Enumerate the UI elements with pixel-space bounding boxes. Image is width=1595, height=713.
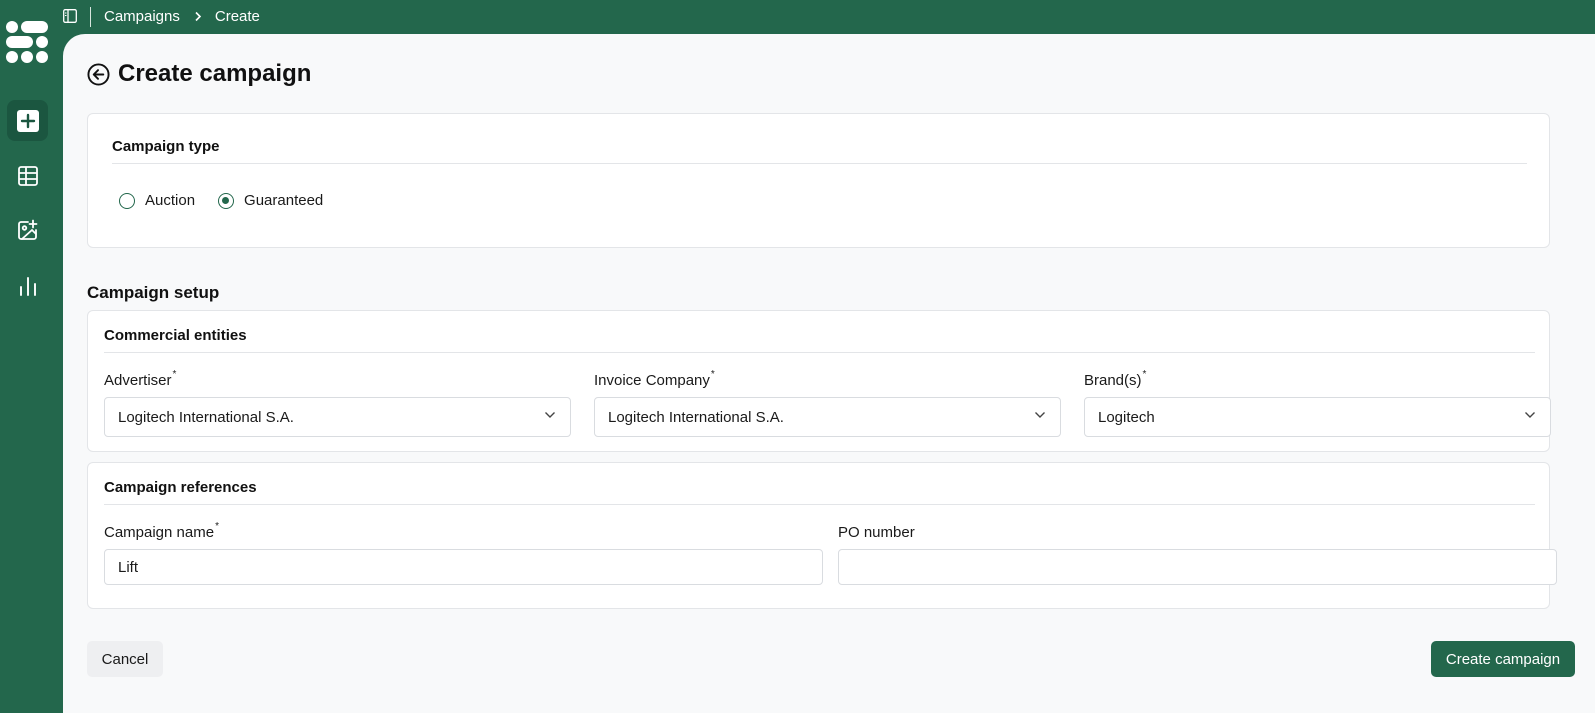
image-plus-icon [18, 219, 38, 240]
advertiser-value: Logitech International S.A. [118, 408, 294, 426]
radio-auction-label: Auction [145, 192, 196, 209]
chevron-down-icon [545, 412, 555, 418]
plus-square-icon [16, 109, 39, 132]
campaign-references-title: Campaign references [104, 479, 257, 496]
divider [104, 352, 1535, 353]
brands-value: Logitech [1098, 408, 1155, 426]
radio-auction-circle[interactable] [119, 192, 135, 209]
sidebar-item-create[interactable] [7, 100, 48, 141]
campaign-name-label: Campaign name* [104, 521, 219, 541]
chevron-down-icon [1525, 412, 1535, 418]
campaign-type-card: Campaign type Auction Guaranteed [87, 113, 1550, 248]
back-arrow-icon[interactable] [87, 62, 110, 86]
top-bar: Campaigns Create [63, 0, 1595, 34]
campaign-type-radio-group: Auction Guaranteed [119, 192, 346, 209]
topbar-divider [90, 7, 91, 27]
sidebar-item-campaigns[interactable] [7, 155, 48, 196]
brands-label: Brand(s)* [1084, 369, 1147, 389]
app-logo[interactable] [6, 21, 48, 63]
brands-select[interactable]: Logitech [1084, 397, 1551, 437]
sidebar-item-creatives[interactable] [7, 210, 48, 251]
table-icon [17, 165, 38, 186]
main-panel: Create campaign Campaign type Auction Gu… [63, 34, 1595, 713]
radio-guaranteed[interactable]: Guaranteed [218, 192, 323, 209]
divider [112, 163, 1527, 164]
radio-guaranteed-circle[interactable] [218, 192, 235, 209]
breadcrumb: Campaigns Create [104, 8, 260, 25]
commercial-entities-card: Commercial entities Advertiser* Logitech… [87, 310, 1551, 452]
invoice-company-value: Logitech International S.A. [608, 408, 784, 426]
chevron-right-icon [194, 11, 202, 22]
sidebar-toggle-icon[interactable] [63, 9, 77, 23]
breadcrumb-create: Create [214, 8, 260, 25]
divider [104, 504, 1535, 505]
campaign-type-title: Campaign type [112, 138, 220, 155]
invoice-company-label: Invoice Company* [594, 369, 715, 389]
advertiser-label: Advertiser* [104, 369, 177, 389]
po-number-label: PO number [838, 524, 915, 541]
create-campaign-button[interactable]: Create campaign [1431, 641, 1575, 677]
sidebar-item-reports[interactable] [7, 265, 48, 306]
chevron-down-icon [1035, 412, 1045, 418]
cancel-button[interactable]: Cancel [87, 641, 163, 677]
page-title: Create campaign [118, 60, 312, 87]
campaign-references-card: Campaign references Campaign name* PO nu… [87, 462, 1557, 609]
sidebar [0, 0, 63, 713]
campaign-setup-heading: Campaign setup [87, 283, 220, 302]
invoice-company-select[interactable]: Logitech International S.A. [594, 397, 1061, 437]
radio-guaranteed-label: Guaranteed [244, 192, 324, 209]
page-header: Create campaign [87, 60, 311, 88]
bar-chart-icon [19, 276, 36, 296]
commercial-entities-title: Commercial entities [104, 327, 247, 344]
campaign-name-input[interactable] [104, 549, 823, 585]
advertiser-select[interactable]: Logitech International S.A. [104, 397, 571, 437]
radio-auction[interactable]: Auction [119, 192, 195, 209]
po-number-input[interactable] [838, 549, 1557, 585]
breadcrumb-campaigns[interactable]: Campaigns [104, 8, 180, 25]
